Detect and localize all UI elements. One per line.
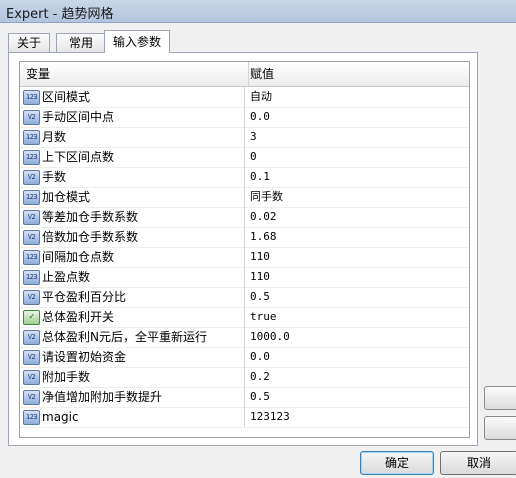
column-divider <box>244 367 245 387</box>
variable-name: 手数 <box>42 170 67 184</box>
column-divider <box>244 127 245 147</box>
variable-name: 区间模式 <box>42 90 91 104</box>
variable-value[interactable]: 0.0 <box>250 347 464 367</box>
column-divider <box>244 167 245 187</box>
table-row[interactable]: 123 加仓模式 同手数 <box>20 187 469 208</box>
table-row[interactable]: 123 间隔加仓点数 110 <box>20 247 469 268</box>
integer-type-icon: 123 <box>23 130 40 145</box>
double-type-icon: V2 <box>23 170 40 185</box>
variable-value[interactable]: 110 <box>250 247 464 267</box>
inputs-panel: 变量 赋值 123 区间模式 自动 V2 手动区间中点 0.0 123 月数 3 123 上下区间点… <box>8 52 478 446</box>
column-divider <box>244 307 245 327</box>
column-divider <box>244 387 245 407</box>
ok-button[interactable]: 确定 <box>360 451 434 475</box>
table-row[interactable]: 123 止盈点数 110 <box>20 267 469 288</box>
variable-name: 总体盈利开关 <box>42 310 115 324</box>
load-button[interactable] <box>484 386 516 410</box>
variable-value[interactable]: 0.5 <box>250 287 464 307</box>
double-type-icon: V2 <box>23 230 40 245</box>
variable-value[interactable]: 110 <box>250 267 464 287</box>
integer-type-icon: 123 <box>23 90 40 105</box>
variable-name: 手动区间中点 <box>42 110 115 124</box>
variable-value[interactable]: 0.2 <box>250 367 464 387</box>
double-type-icon: V2 <box>23 370 40 385</box>
variable-name: 总体盈利N元后，全平重新运行 <box>42 330 207 344</box>
variable-name: 上下区间点数 <box>42 150 115 164</box>
variable-value[interactable]: 0.1 <box>250 167 464 187</box>
variable-name: 请设置初始资金 <box>42 350 127 364</box>
variable-value[interactable]: 自动 <box>250 87 464 107</box>
variable-value[interactable]: 3 <box>250 127 464 147</box>
table-row[interactable]: V2 请设置初始资金 0.0 <box>20 347 469 368</box>
integer-type-icon: 123 <box>23 150 40 165</box>
column-divider <box>244 267 245 287</box>
variable-name: 附加手数 <box>42 370 91 384</box>
double-type-icon: V2 <box>23 390 40 405</box>
column-divider <box>244 347 245 367</box>
integer-type-icon: 123 <box>23 250 40 265</box>
column-divider <box>244 187 245 207</box>
column-divider <box>244 207 245 227</box>
column-divider <box>244 107 245 127</box>
variable-value[interactable]: 0.5 <box>250 387 464 407</box>
table-row[interactable]: V2 手动区间中点 0.0 <box>20 107 469 128</box>
table-row[interactable]: ✓ 总体盈利开关 true <box>20 307 469 328</box>
variable-name: 等差加仓手数系数 <box>42 210 139 224</box>
integer-type-icon: 123 <box>23 270 40 285</box>
column-header-variable[interactable]: 变量 <box>20 62 249 86</box>
tab-common[interactable]: 常用 <box>56 33 106 52</box>
window-title: Expert - 趋势网格 <box>6 7 114 22</box>
table-row[interactable]: 123 月数 3 <box>20 127 469 148</box>
variable-name: 止盈点数 <box>42 270 91 284</box>
variable-name: 平仓盈利百分比 <box>42 290 127 304</box>
tab-inputs[interactable]: 输入参数 <box>104 30 170 53</box>
variable-name: 净值增加附加手数提升 <box>42 390 163 404</box>
parameters-grid: 变量 赋值 123 区间模式 自动 V2 手动区间中点 0.0 123 月数 3 123 上下区间点… <box>19 61 470 438</box>
table-row[interactable]: V2 平仓盈利百分比 0.5 <box>20 287 469 308</box>
column-divider <box>244 147 245 167</box>
table-row[interactable]: V2 等差加仓手数系数 0.02 <box>20 207 469 228</box>
variable-value[interactable]: 1000.0 <box>250 327 464 347</box>
variable-name: 间隔加仓点数 <box>42 250 115 264</box>
variable-value[interactable]: true <box>250 307 464 327</box>
table-row[interactable]: V2 净值增加附加手数提升 0.5 <box>20 387 469 408</box>
table-row[interactable]: 123 区间模式 自动 <box>20 87 469 108</box>
variable-name: 月数 <box>42 130 67 144</box>
column-header-value[interactable]: 赋值 <box>244 62 469 86</box>
variable-value[interactable]: 0 <box>250 147 464 167</box>
integer-type-icon: 123 <box>23 190 40 205</box>
table-row[interactable]: V2 附加手数 0.2 <box>20 367 469 388</box>
boolean-type-icon: ✓ <box>23 310 40 325</box>
column-divider <box>244 327 245 347</box>
variable-name: 加仓模式 <box>42 190 91 204</box>
variable-value[interactable]: 同手数 <box>250 187 464 207</box>
table-row[interactable]: 123 上下区间点数 0 <box>20 147 469 168</box>
double-type-icon: V2 <box>23 330 40 345</box>
variable-name: magic <box>42 410 79 424</box>
double-type-icon: V2 <box>23 350 40 365</box>
variable-value[interactable]: 0.0 <box>250 107 464 127</box>
column-divider <box>244 287 245 307</box>
variable-name: 倍数加仓手数系数 <box>42 230 139 244</box>
double-type-icon: V2 <box>23 110 40 125</box>
variable-value[interactable]: 0.02 <box>250 207 464 227</box>
column-divider <box>244 227 245 247</box>
window-titlebar: Expert - 趋势网格 <box>0 0 516 23</box>
tab-about[interactable]: 关于 <box>8 33 50 52</box>
column-divider <box>244 407 245 427</box>
variable-value[interactable]: 1.68 <box>250 227 464 247</box>
table-row[interactable]: 123 magic 123123 <box>20 407 469 428</box>
double-type-icon: V2 <box>23 290 40 305</box>
table-row[interactable]: V2 倍数加仓手数系数 1.68 <box>20 227 469 248</box>
variable-value[interactable]: 123123 <box>250 407 464 427</box>
table-row[interactable]: V2 手数 0.1 <box>20 167 469 188</box>
column-divider <box>244 87 245 107</box>
integer-type-icon: 123 <box>23 410 40 425</box>
column-divider <box>244 247 245 267</box>
save-button[interactable] <box>484 416 516 440</box>
double-type-icon: V2 <box>23 210 40 225</box>
cancel-button[interactable]: 取消 <box>440 451 516 475</box>
grid-header: 变量 赋值 <box>20 62 469 87</box>
table-row[interactable]: V2 总体盈利N元后，全平重新运行 1000.0 <box>20 327 469 348</box>
